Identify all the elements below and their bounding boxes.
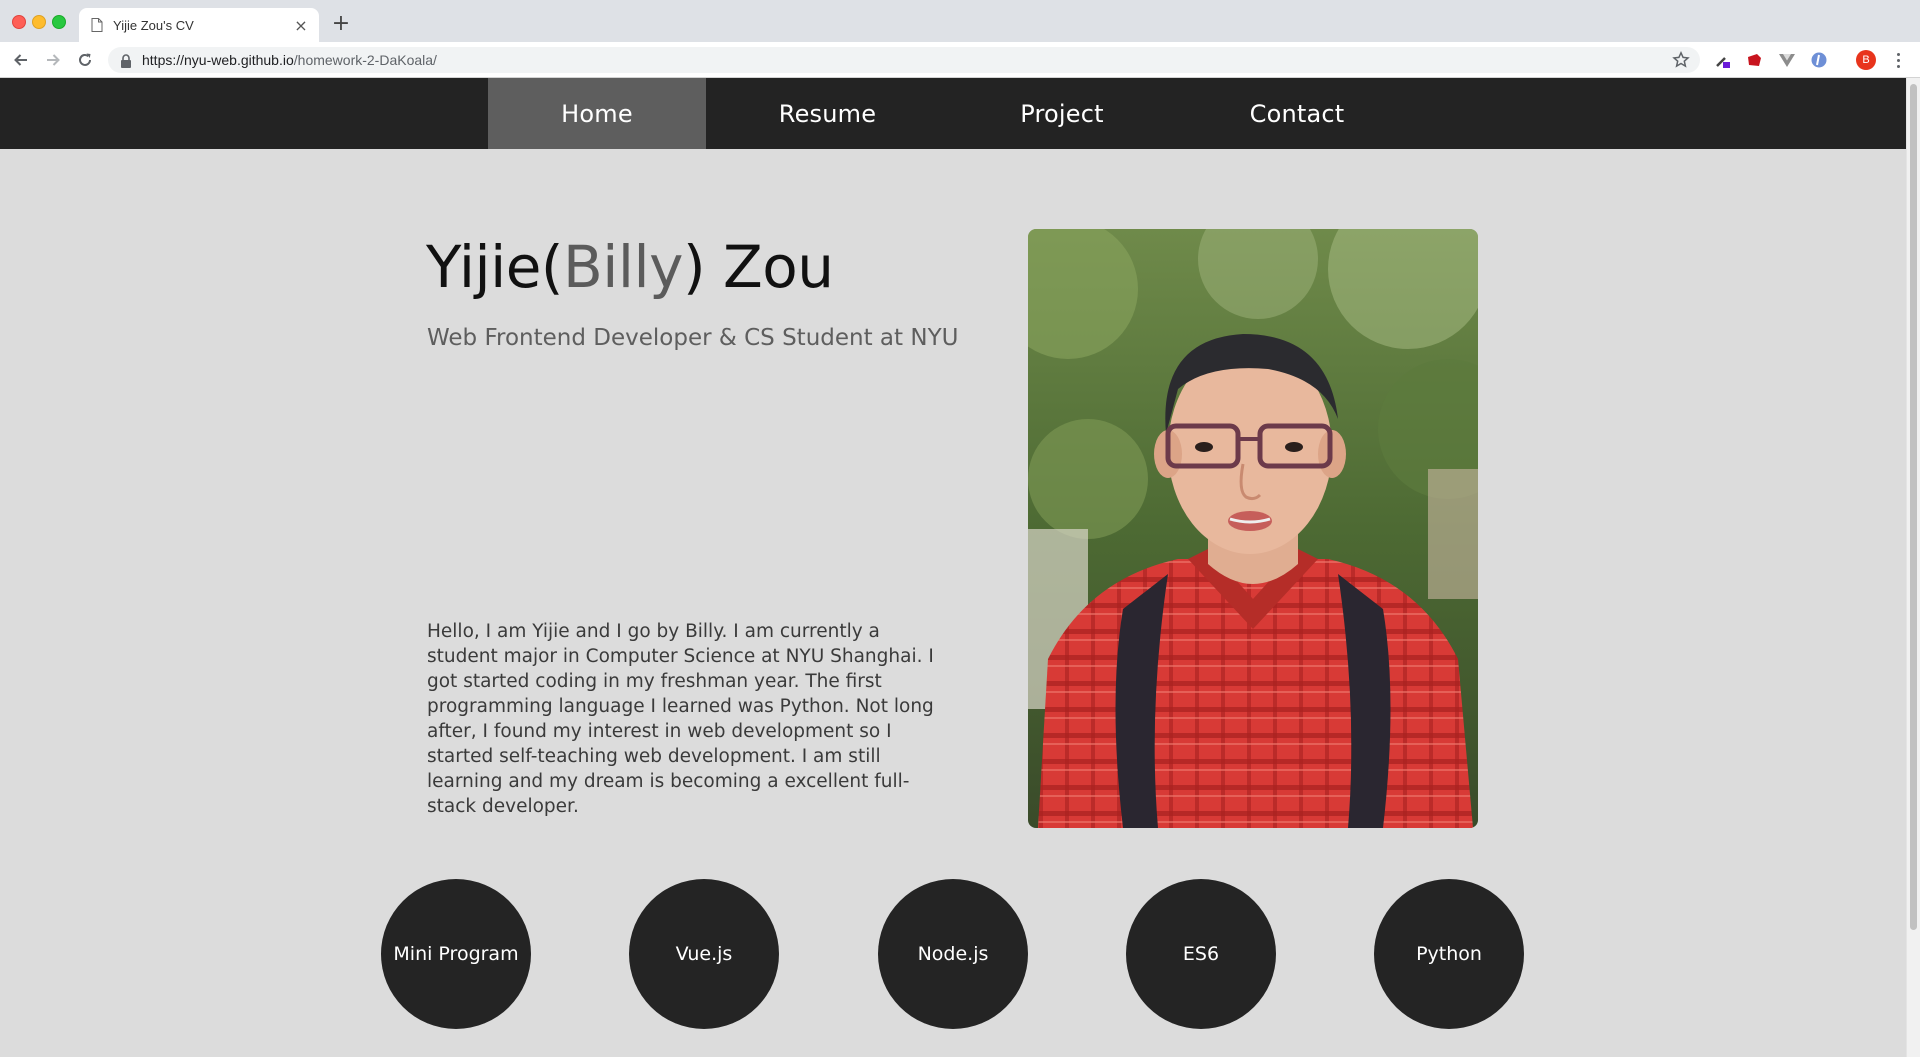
url-path: /homework-2-DaKoala/ (293, 52, 437, 68)
nav-resume-label: Resume (778, 99, 877, 128)
bio-paragraph: Hello, I am Yijie and I go by Billy. I a… (427, 621, 934, 817)
star-icon[interactable] (1672, 50, 1690, 69)
tab-title: Yijie Zou's CV (113, 17, 194, 33)
skill-python: Python (1374, 879, 1524, 1029)
page-title: Yijie(Billy) Zou (426, 233, 834, 301)
name-first: Yijie( (426, 233, 564, 301)
skill-label: Vue.js (675, 943, 733, 965)
extension-eyedropper-icon[interactable] (1714, 51, 1732, 69)
nav-contact[interactable]: Contact (1175, 78, 1419, 149)
address-bar[interactable]: https://nyu-web.github.io/homework-2-DaK… (108, 47, 1700, 73)
forward-arrow-icon[interactable] (43, 50, 63, 70)
close-window-button[interactable] (12, 15, 26, 29)
minimize-window-button[interactable] (32, 15, 46, 29)
zoom-window-button[interactable] (52, 15, 66, 29)
nav-home-label: Home (561, 99, 633, 128)
nav-project-label: Project (1020, 99, 1104, 128)
back-arrow-icon[interactable] (11, 50, 31, 70)
name-last: ) Zou (682, 233, 834, 301)
name-nickname: Billy (563, 233, 683, 301)
site-navbar: Home Resume Project Contact (0, 78, 1906, 149)
nav-contact-label: Contact (1249, 99, 1345, 128)
extension-red-icon[interactable] (1745, 51, 1763, 69)
kebab-menu-icon[interactable] (1892, 50, 1904, 70)
page-icon (91, 18, 103, 32)
extension-vue-icon[interactable] (1778, 51, 1796, 69)
skill-label: Mini Program (393, 943, 519, 965)
skills-row: Mini Program Vue.js Node.js ES6 Python (381, 879, 1526, 1029)
skill-label: Python (1416, 943, 1482, 965)
skill-vuejs: Vue.js (629, 879, 779, 1029)
skill-es6: ES6 (1126, 879, 1276, 1029)
lock-icon (120, 53, 132, 68)
url-text[interactable]: https://nyu-web.github.io/homework-2-DaK… (142, 52, 437, 68)
skill-label: Node.js (917, 943, 989, 965)
profile-photo (1028, 229, 1478, 828)
url-host: https://nyu-web.github.io (142, 52, 294, 68)
nav-project[interactable]: Project (949, 78, 1175, 149)
skill-mini-program: Mini Program (381, 879, 531, 1029)
skill-label: ES6 (1182, 943, 1220, 965)
scrollbar-thumb[interactable] (1910, 84, 1917, 930)
extension-blue-icon[interactable] (1810, 51, 1828, 69)
browser-tab[interactable]: Yijie Zou's CV × (79, 8, 319, 42)
browser-toolbar: https://nyu-web.github.io/homework-2-DaK… (0, 42, 1920, 78)
tab-close-icon[interactable]: × (293, 16, 309, 35)
skill-nodejs: Node.js (878, 879, 1028, 1029)
page-viewport: Home Resume Project Contact Yijie(Billy)… (0, 78, 1906, 1057)
page-subtitle: Web Frontend Developer & CS Student at N… (427, 325, 959, 351)
nav-home[interactable]: Home (488, 78, 706, 149)
nav-resume[interactable]: Resume (706, 78, 949, 149)
browser-tab-strip: Yijie Zou's CV × + (0, 0, 1920, 42)
reload-icon[interactable] (75, 50, 95, 70)
profile-avatar[interactable]: B (1856, 50, 1876, 70)
new-tab-button[interactable]: + (330, 11, 352, 36)
page-scrollbar[interactable] (1906, 78, 1920, 1057)
